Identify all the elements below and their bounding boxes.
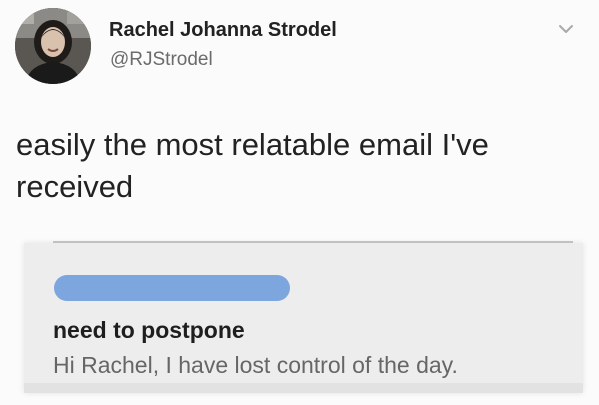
chevron-down-icon[interactable] (555, 18, 577, 40)
email-screenshot: need to postpone Hi Rachel, I have lost … (24, 243, 583, 393)
avatar[interactable] (15, 8, 91, 84)
email-subject: need to postpone (53, 317, 245, 343)
redacted-sender (54, 275, 290, 301)
email-card-footer (24, 383, 583, 393)
avatar-photo (15, 8, 91, 84)
author-display-name[interactable]: Rachel Johanna Strodel (109, 19, 337, 42)
email-preview: Hi Rachel, I have lost control of the da… (53, 352, 458, 378)
tweet-text: easily the most relatable email I've rec… (16, 127, 489, 204)
tweet-card: Rachel Johanna Strodel @RJStrodel easily… (0, 0, 599, 405)
author-handle[interactable]: @RJStrodel (110, 49, 213, 71)
